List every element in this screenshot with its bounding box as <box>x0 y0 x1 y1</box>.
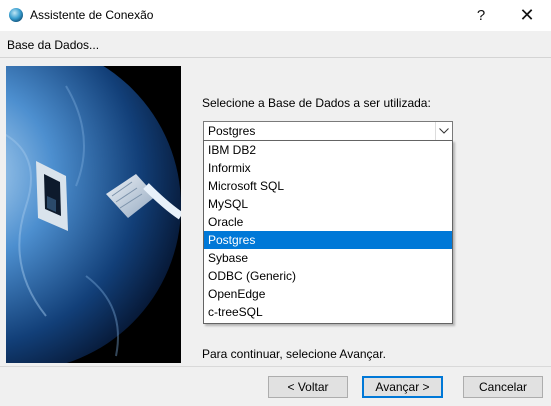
database-option[interactable]: c-treeSQL <box>204 303 452 321</box>
title-bar: Assistente de Conexão ? ✕ <box>0 0 551 32</box>
network-cable-illustration <box>6 66 181 363</box>
continue-hint: Para continuar, selecione Avançar. <box>202 347 386 361</box>
database-option[interactable]: Sybase <box>204 249 452 267</box>
wizard-header: Base da Dados... <box>0 31 551 58</box>
database-dropdown-list[interactable]: IBM DB2 Informix Microsoft SQL MySQL Ora… <box>203 140 453 324</box>
database-option[interactable]: Oracle <box>204 213 452 231</box>
window-title: Assistente de Conexão <box>30 8 154 22</box>
app-globe-icon <box>9 8 23 22</box>
next-button[interactable]: Avançar > <box>362 376 443 398</box>
database-select[interactable]: Postgres <box>203 121 453 141</box>
help-icon: ? <box>476 7 486 24</box>
cancel-button[interactable]: Cancelar <box>463 376 543 398</box>
database-prompt-label: Selecione a Base de Dados a ser utilizad… <box>202 96 431 110</box>
cancel-button-label: Cancelar <box>478 380 528 394</box>
back-button[interactable]: < Voltar <box>268 376 348 398</box>
globe-connector-image <box>6 66 181 363</box>
close-icon: ✕ <box>519 5 535 25</box>
database-option[interactable]: MySQL <box>204 195 452 213</box>
close-button[interactable]: ✕ <box>504 0 550 31</box>
database-select-value: Postgres <box>208 124 256 138</box>
help-button[interactable]: ? <box>458 0 504 31</box>
database-option[interactable]: Informix <box>204 159 452 177</box>
database-option[interactable]: OpenEdge <box>204 285 452 303</box>
wizard-header-title: Base da Dados... <box>7 38 100 52</box>
chevron-down-icon[interactable] <box>435 122 452 140</box>
footer-divider <box>0 366 551 367</box>
next-button-label: Avançar > <box>375 380 430 394</box>
database-option[interactable]: IBM DB2 <box>204 141 452 159</box>
database-option[interactable]: Microsoft SQL <box>204 177 452 195</box>
database-option-selected[interactable]: Postgres <box>204 231 452 249</box>
database-option[interactable]: ODBC (Generic) <box>204 267 452 285</box>
back-button-label: < Voltar <box>287 380 329 394</box>
